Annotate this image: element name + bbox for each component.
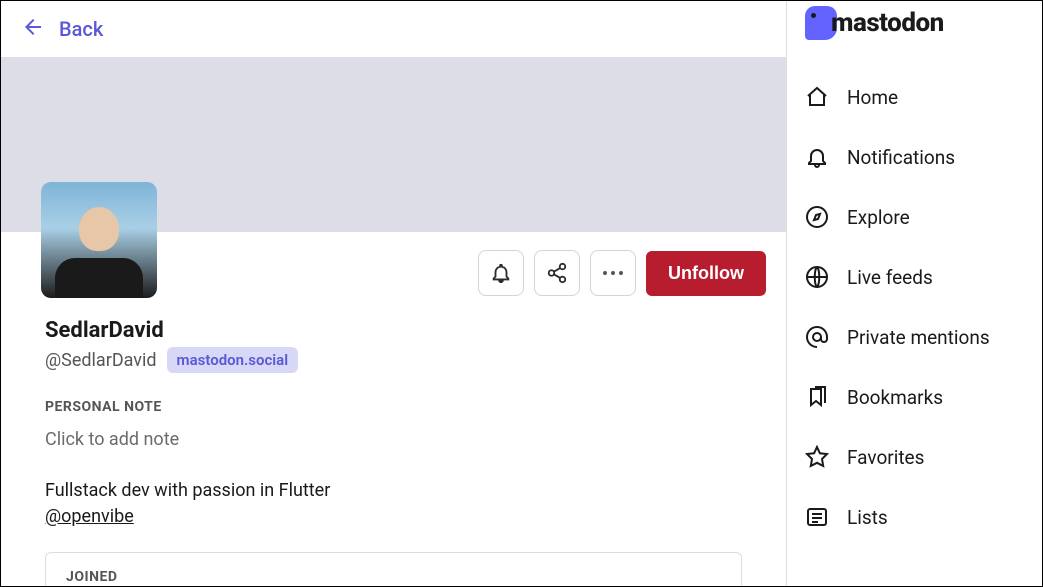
logo[interactable]: mastodon: [805, 1, 1024, 45]
server-badge: mastodon.social: [167, 347, 299, 373]
more-button[interactable]: [590, 250, 636, 296]
nav-notifications[interactable]: Notifications: [805, 145, 1024, 169]
home-icon: [805, 85, 829, 109]
star-icon: [805, 445, 829, 469]
personal-note-label: PERSONAL NOTE: [45, 399, 742, 415]
back-arrow-icon[interactable]: [21, 15, 45, 43]
nav-lists[interactable]: Lists: [805, 505, 1024, 529]
avatar[interactable]: [41, 182, 157, 298]
nav-live-feeds[interactable]: Live feeds: [805, 265, 1024, 289]
meta-box: JOINED: [45, 552, 742, 586]
nav-label: Explore: [847, 206, 910, 229]
nav-label: Home: [847, 86, 898, 109]
handle: @SedlarDavid: [45, 350, 157, 371]
display-name: SedlarDavid: [45, 318, 742, 343]
more-icon: [603, 271, 623, 275]
globe-icon: [805, 265, 829, 289]
sidebar: mastodon Home Notifications Explore Live…: [787, 1, 1042, 586]
handle-row: @SedlarDavid mastodon.social: [45, 347, 742, 373]
share-button[interactable]: [534, 250, 580, 296]
bookmarks-icon: [805, 385, 829, 409]
nav-favorites[interactable]: Favorites: [805, 445, 1024, 469]
nav-explore[interactable]: Explore: [805, 205, 1024, 229]
nav-bookmarks[interactable]: Bookmarks: [805, 385, 1024, 409]
bio-text: Fullstack dev with passion in Flutter: [45, 480, 330, 501]
nav-label: Favorites: [847, 446, 924, 469]
joined-label: JOINED: [66, 569, 721, 585]
nav: Home Notifications Explore Live feeds Pr…: [805, 85, 1024, 529]
nav-label: Live feeds: [847, 266, 933, 289]
bio: Fullstack dev with passion in Flutter @o…: [45, 478, 742, 530]
bell-icon: [490, 262, 512, 284]
nav-label: Private mentions: [847, 326, 990, 349]
top-bar: Back: [1, 1, 786, 57]
nav-home[interactable]: Home: [805, 85, 1024, 109]
unfollow-button[interactable]: Unfollow: [646, 251, 766, 296]
nav-label: Bookmarks: [847, 386, 943, 409]
main-column: Back Unfollow SedlarDavid @SedlarDavid m…: [1, 1, 787, 586]
compass-icon: [805, 205, 829, 229]
nav-private-mentions[interactable]: Private mentions: [805, 325, 1024, 349]
list-icon: [805, 505, 829, 529]
notify-button[interactable]: [478, 250, 524, 296]
personal-note-input[interactable]: Click to add note: [45, 429, 742, 450]
profile-info: SedlarDavid @SedlarDavid mastodon.social…: [1, 296, 786, 586]
nav-label: Notifications: [847, 146, 955, 169]
back-label[interactable]: Back: [59, 17, 103, 41]
share-icon: [546, 262, 568, 284]
logo-text: mastodon: [831, 8, 944, 38]
at-icon: [805, 325, 829, 349]
bio-mention-link[interactable]: @openvibe: [45, 506, 134, 527]
bell-icon: [805, 145, 829, 169]
nav-label: Lists: [847, 506, 888, 529]
